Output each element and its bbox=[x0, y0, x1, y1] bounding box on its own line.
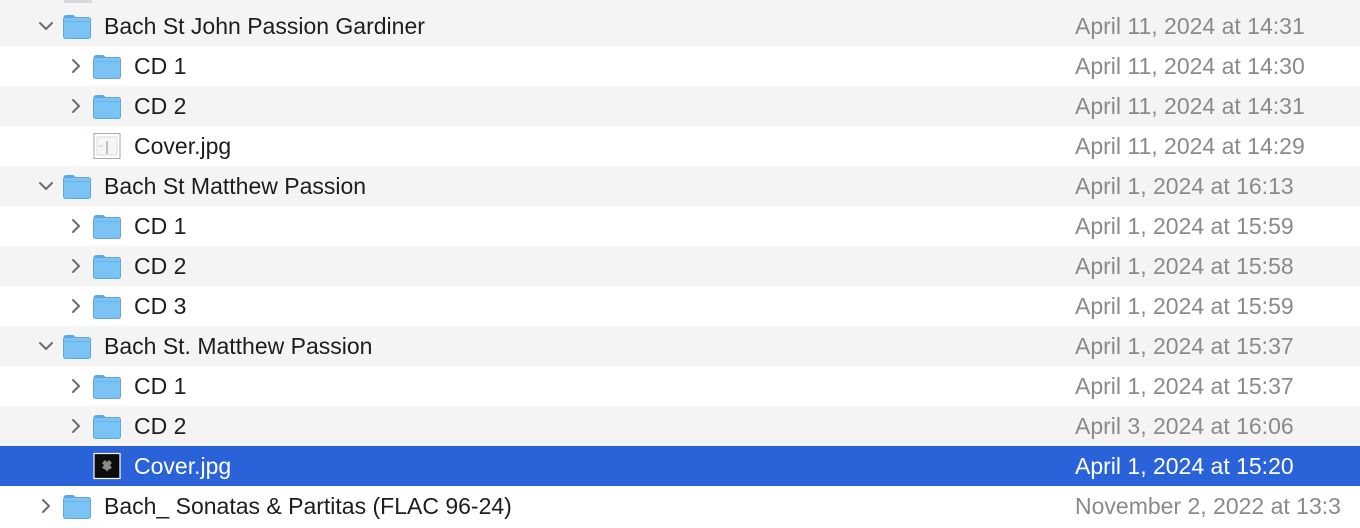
folder-icon bbox=[92, 52, 122, 80]
item-date: April 11, 2024 at 14:30 bbox=[1075, 53, 1305, 79]
item-date: April 1, 2024 at 15:58 bbox=[1075, 253, 1294, 279]
list-row[interactable]: Bach St John Passion Gardiner April 11, … bbox=[0, 6, 1360, 46]
item-date: April 1, 2024 at 16:13 bbox=[1075, 173, 1294, 199]
item-name: Bach_ Sonatas & Partitas (FLAC 96-24) bbox=[104, 493, 512, 519]
list-row[interactable]: CD 2 April 3, 2024 at 16:06 bbox=[0, 406, 1360, 446]
item-name: Bach St. Matthew Passion bbox=[104, 333, 373, 359]
item-date: April 1, 2024 at 15:20 bbox=[1075, 453, 1294, 479]
list-row[interactable]: CD 2 April 1, 2024 at 15:58 bbox=[0, 246, 1360, 286]
item-date: April 3, 2024 at 16:06 bbox=[1075, 413, 1294, 439]
folder-icon bbox=[62, 492, 92, 520]
item-name: Cover.jpg bbox=[134, 133, 232, 159]
collapsed-chevron-icon[interactable] bbox=[67, 377, 85, 395]
collapsed-chevron-icon[interactable] bbox=[67, 57, 85, 75]
folder-icon bbox=[92, 92, 122, 120]
list-row[interactable]: Bach St. Matthew Passion April 1, 2024 a… bbox=[0, 326, 1360, 366]
item-name: CD 1 bbox=[134, 373, 187, 399]
folder-icon bbox=[62, 12, 92, 40]
image-file-icon bbox=[92, 132, 122, 160]
expanded-chevron-icon[interactable] bbox=[37, 337, 55, 355]
list-row[interactable]: Bach_ Sonatas & Partitas (FLAC 96-24) No… bbox=[0, 486, 1360, 526]
list-row[interactable]: CD 1 April 11, 2024 at 14:30 bbox=[0, 46, 1360, 86]
item-name: CD 2 bbox=[134, 413, 187, 439]
list-row[interactable]: Bach St Matthew Passion April 1, 2024 at… bbox=[0, 166, 1360, 206]
finder-list-view: Bach St John Passion Gardiner April 11, … bbox=[0, 0, 1360, 528]
item-name: CD 1 bbox=[134, 53, 187, 79]
folder-icon bbox=[92, 412, 122, 440]
item-name: Bach St Matthew Passion bbox=[104, 173, 367, 199]
item-name: CD 2 bbox=[134, 93, 187, 119]
collapsed-chevron-icon[interactable] bbox=[37, 497, 55, 515]
list-row[interactable]: CD 1 April 1, 2024 at 15:37 bbox=[0, 366, 1360, 406]
item-name: Bach St John Passion Gardiner bbox=[104, 13, 425, 39]
item-date: April 11, 2024 at 14:31 bbox=[1075, 93, 1305, 119]
item-name: CD 2 bbox=[134, 253, 187, 279]
folder-icon bbox=[92, 212, 122, 240]
item-date: November 2, 2022 at 13:3 bbox=[1075, 493, 1341, 519]
folder-icon bbox=[62, 332, 92, 360]
folder-icon bbox=[62, 172, 92, 200]
previous-row-icon-edge bbox=[64, 0, 92, 3]
folder-icon bbox=[92, 252, 122, 280]
image-file-icon bbox=[92, 452, 122, 480]
collapsed-chevron-icon[interactable] bbox=[67, 97, 85, 115]
collapsed-chevron-icon[interactable] bbox=[67, 417, 85, 435]
item-name: CD 3 bbox=[134, 293, 187, 319]
collapsed-chevron-icon[interactable] bbox=[67, 217, 85, 235]
collapsed-chevron-icon[interactable] bbox=[67, 297, 85, 315]
list-row[interactable]: Cover.jpg April 11, 2024 at 14:29 bbox=[0, 126, 1360, 166]
list-row[interactable]: CD 3 April 1, 2024 at 15:59 bbox=[0, 286, 1360, 326]
item-date: April 11, 2024 at 14:29 bbox=[1075, 133, 1305, 159]
list-row[interactable]: CD 1 April 1, 2024 at 15:59 bbox=[0, 206, 1360, 246]
list-row-selected[interactable]: Cover.jpg April 1, 2024 at 15:20 bbox=[0, 446, 1360, 486]
item-name: Cover.jpg bbox=[134, 453, 232, 479]
folder-icon bbox=[92, 292, 122, 320]
expanded-chevron-icon[interactable] bbox=[37, 17, 55, 35]
item-date: April 1, 2024 at 15:37 bbox=[1075, 373, 1294, 399]
list-row[interactable]: CD 2 April 11, 2024 at 14:31 bbox=[0, 86, 1360, 126]
item-date: April 1, 2024 at 15:59 bbox=[1075, 213, 1294, 239]
item-date: April 1, 2024 at 15:37 bbox=[1075, 333, 1294, 359]
folder-icon bbox=[92, 372, 122, 400]
expanded-chevron-icon[interactable] bbox=[37, 177, 55, 195]
item-date: April 11, 2024 at 14:31 bbox=[1075, 13, 1305, 39]
collapsed-chevron-icon[interactable] bbox=[67, 257, 85, 275]
item-name: CD 1 bbox=[134, 213, 187, 239]
item-date: April 1, 2024 at 15:59 bbox=[1075, 293, 1294, 319]
